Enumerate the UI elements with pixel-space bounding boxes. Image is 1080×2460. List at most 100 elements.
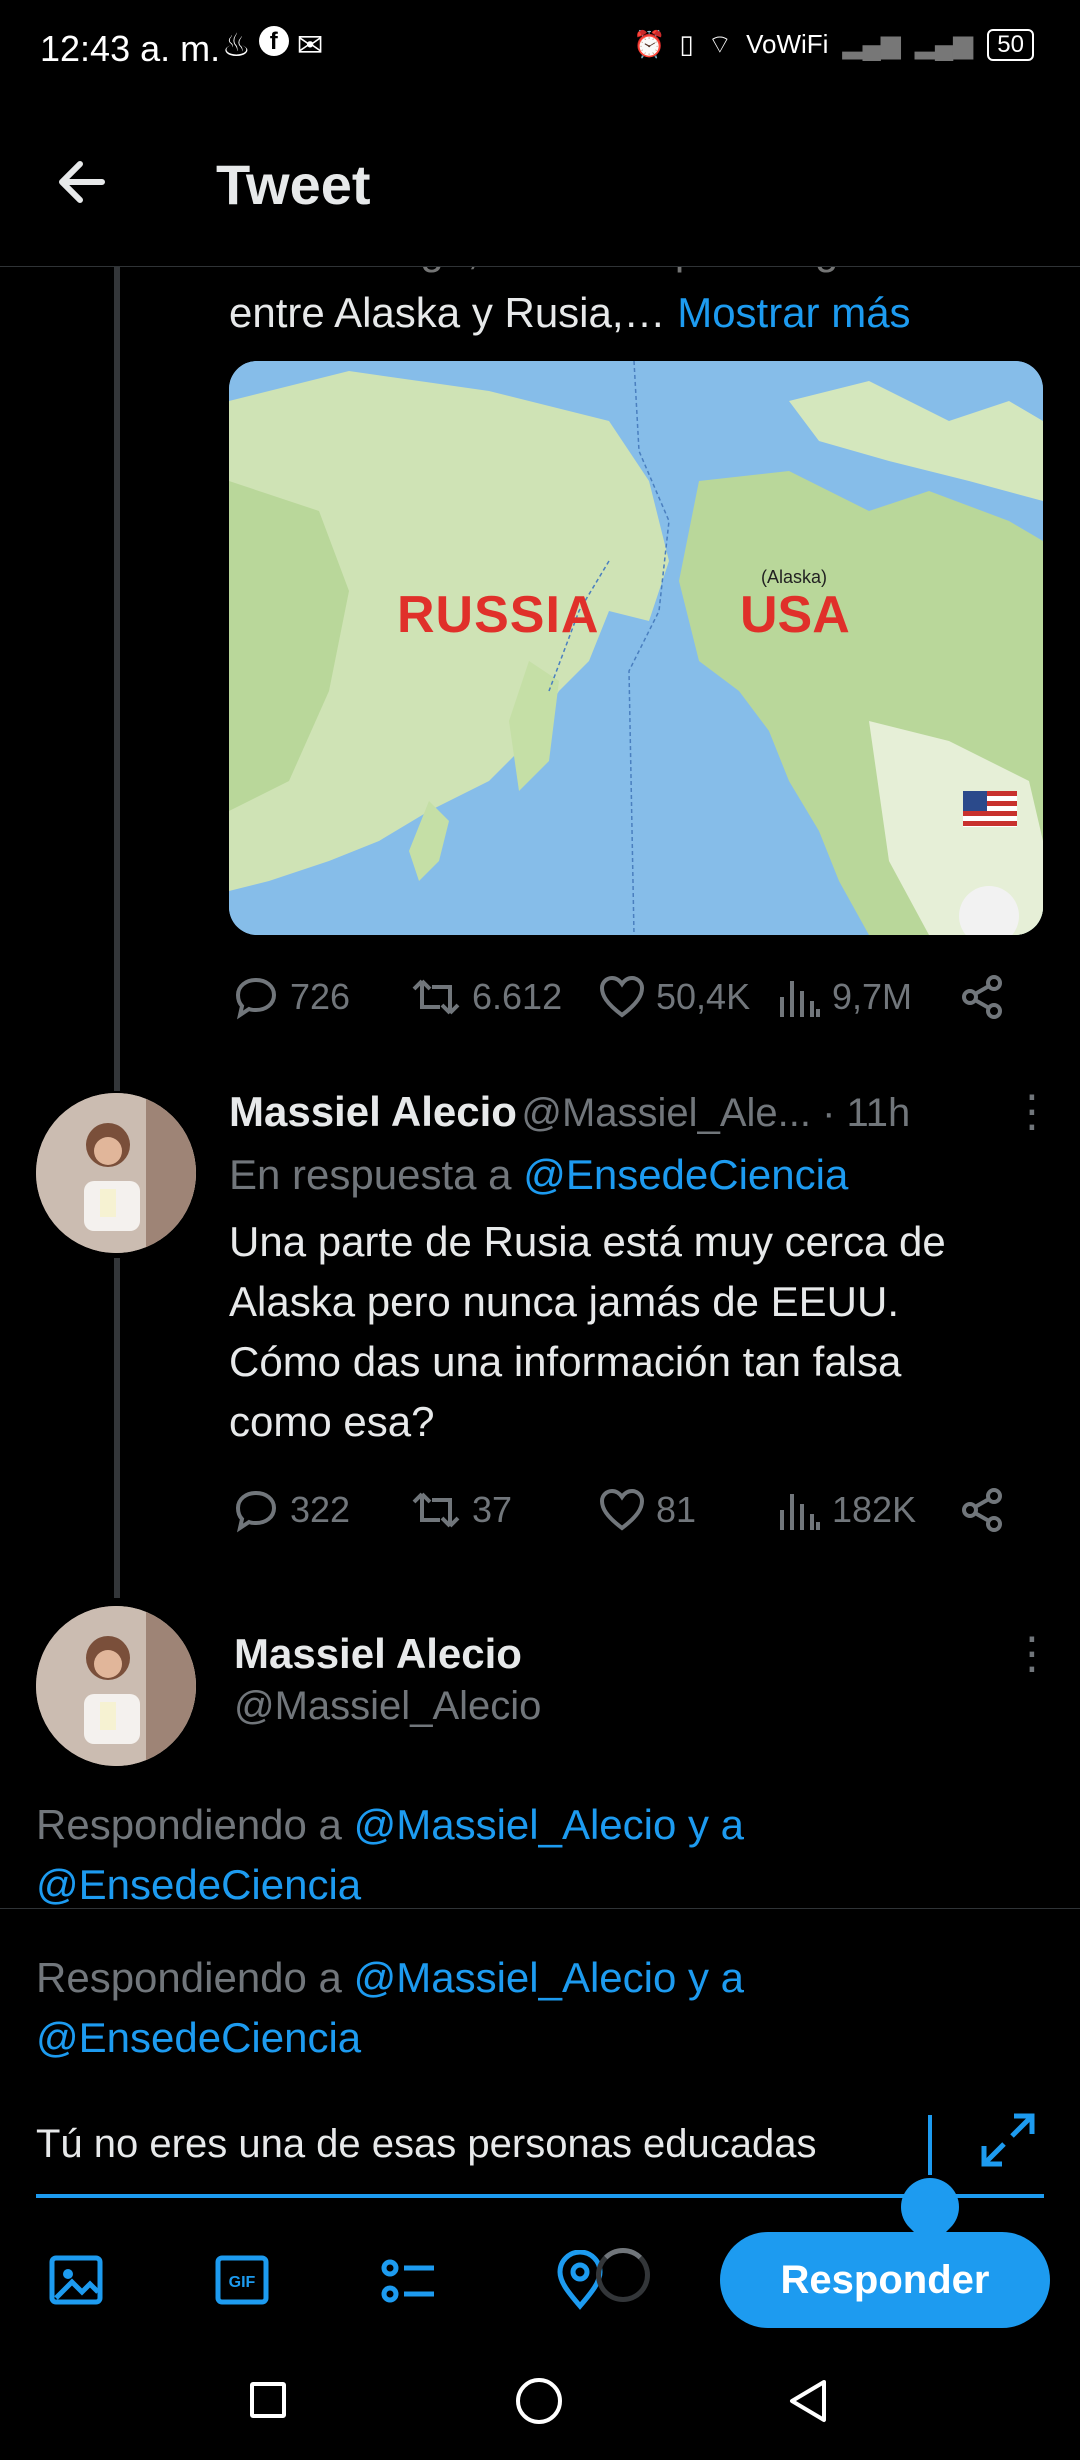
add-poll-button[interactable] bbox=[378, 2250, 438, 2310]
retweet-count: 6.612 bbox=[472, 976, 563, 1017]
add-image-button[interactable] bbox=[46, 2250, 106, 2310]
gmail-icon: ✉ bbox=[296, 27, 324, 63]
replying-users-link[interactable]: @Massiel_Alecio y a bbox=[354, 1801, 744, 1848]
avatar[interactable] bbox=[36, 1606, 196, 1766]
reply-action[interactable]: 726 bbox=[232, 973, 350, 1021]
author-name[interactable]: Massiel Alecio bbox=[234, 1630, 522, 1678]
tweet-actions: 726 6.612 50,4K 9,7M bbox=[232, 972, 1012, 1022]
replying-to-label: Respondiendo a bbox=[36, 1801, 354, 1848]
back-button[interactable] bbox=[52, 152, 112, 212]
status-bar: 12:43 a. m. ♨ f ✉ ⏰ ▯ ⌔ VoWiFi ▂▄▆ ▂▄▆ 5… bbox=[0, 0, 1080, 100]
tweet-text-visible: entre Alaska y Rusia,… bbox=[229, 289, 666, 336]
us-flag-icon bbox=[963, 791, 1017, 827]
more-options-icon[interactable]: ⋮ bbox=[1010, 1086, 1054, 1137]
signal-icon: ▂▄▆ bbox=[842, 29, 901, 59]
views-count: 9,7M bbox=[832, 976, 913, 1017]
input-underline bbox=[36, 2194, 1044, 2198]
replying-users-link[interactable]: @EnsedeCiencia bbox=[36, 1855, 744, 1915]
system-nav-bar bbox=[0, 2350, 1080, 2460]
poll-list-icon bbox=[381, 2259, 434, 2303]
svg-text:GIF: GIF bbox=[229, 2274, 256, 2291]
image-icon bbox=[49, 2255, 103, 2305]
retweet-count: 37 bbox=[472, 1489, 513, 1530]
system-icons: ⏰ ▯ ⌔ VoWiFi ▂▄▆ ▂▄▆ 50 bbox=[633, 28, 1034, 61]
reply-count: 726 bbox=[290, 976, 351, 1017]
retweet-icon bbox=[412, 1492, 460, 1528]
status-time: 12:43 a. m. bbox=[40, 28, 221, 69]
tweet-media-map[interactable]: RUSSIA (Alaska) USA bbox=[229, 361, 1043, 935]
like-count: 81 bbox=[656, 1489, 697, 1530]
character-counter-icon bbox=[596, 2248, 650, 2302]
top-app-bar: Tweet bbox=[0, 100, 1080, 267]
replying-to: Respondiendo a @Massiel_Alecio y a @Ense… bbox=[36, 1795, 744, 1915]
reply-tweet-actions: 322 37 81 182K bbox=[232, 1485, 1012, 1535]
share-icon bbox=[962, 1488, 1002, 1532]
share-action[interactable] bbox=[958, 1486, 1006, 1534]
add-gif-button[interactable]: GIF bbox=[212, 2250, 272, 2310]
reply-text-line: Una parte de Rusia está muy cerca de bbox=[229, 1218, 946, 1265]
facebook-icon: f bbox=[258, 26, 289, 56]
reply-icon bbox=[235, 977, 277, 1020]
reply-header: Massiel Alecio @Massiel_Ale... · 11h bbox=[229, 1088, 910, 1136]
share-icon bbox=[962, 975, 1002, 1019]
replying-to-label: Respondiendo a bbox=[36, 1954, 354, 2001]
expand-icon bbox=[981, 2113, 1035, 2167]
avatar-image bbox=[36, 1093, 196, 1253]
share-action[interactable] bbox=[958, 973, 1006, 1021]
gif-icon: GIF bbox=[215, 2255, 269, 2305]
reply-text-line: Alaska pero nunca jamás de EEUU. bbox=[229, 1278, 900, 1325]
reply-text: Una parte de Rusia está muy cerca de Ala… bbox=[229, 1212, 946, 1452]
network-label: VoWiFi bbox=[746, 29, 829, 59]
retweet-action[interactable]: 37 bbox=[410, 1486, 512, 1534]
analytics-icon bbox=[780, 1494, 820, 1530]
like-action[interactable]: 50,4K bbox=[598, 973, 750, 1021]
show-more-link[interactable]: Mostrar más bbox=[677, 289, 910, 336]
triangle-back-icon bbox=[790, 2380, 826, 2422]
steam-icon: ♨ bbox=[222, 27, 251, 63]
tweet-text: entre Alaska y Rusia,… Mostrar más bbox=[229, 283, 911, 343]
notification-icons: ♨ f ✉ bbox=[222, 26, 324, 64]
wifi-icon: ⌔ bbox=[707, 29, 733, 59]
map-label-russia: RUSSIA bbox=[397, 586, 600, 644]
reply-action[interactable]: 322 bbox=[232, 1486, 350, 1534]
replying-users-link[interactable]: @EnsedeCiencia bbox=[36, 2008, 744, 2068]
heart-icon bbox=[599, 1488, 645, 1531]
views-count: 182K bbox=[832, 1489, 917, 1530]
retweet-icon bbox=[412, 979, 460, 1015]
reply-icon bbox=[235, 1490, 277, 1533]
analytics-icon bbox=[780, 981, 820, 1017]
thread-line bbox=[114, 266, 120, 1091]
composer-replying-to: Respondiendo a @Massiel_Alecio y a @Ense… bbox=[36, 1948, 744, 2068]
map-image bbox=[229, 361, 1043, 935]
replying-to-user-link[interactable]: @EnsedeCiencia bbox=[523, 1151, 848, 1198]
more-options-icon[interactable]: ⋮ bbox=[1010, 1628, 1054, 1679]
replying-users-link[interactable]: @Massiel_Alecio y a bbox=[354, 1954, 744, 2001]
reply-text-input[interactable]: Tú no eres una de esas personas educadas bbox=[36, 2114, 817, 2174]
heart-icon bbox=[599, 975, 645, 1018]
vibrate-icon: ▯ bbox=[679, 29, 694, 59]
text-cursor bbox=[928, 2115, 932, 2175]
recent-apps-icon[interactable] bbox=[250, 2382, 286, 2418]
like-action[interactable]: 81 bbox=[598, 1486, 696, 1534]
thread-line bbox=[114, 1258, 120, 1598]
retweet-action[interactable]: 6.612 bbox=[410, 973, 562, 1021]
avatar-image bbox=[36, 1606, 196, 1766]
alarm-icon: ⏰ bbox=[632, 29, 666, 59]
author-name[interactable]: Massiel Alecio bbox=[229, 1088, 517, 1135]
divider bbox=[0, 1908, 1080, 1909]
back-nav-button[interactable] bbox=[784, 2376, 830, 2431]
home-icon[interactable] bbox=[516, 2378, 562, 2424]
reply-submit-button[interactable]: Responder bbox=[720, 2232, 1050, 2328]
battery-icon: 50 bbox=[987, 28, 1034, 61]
reply-text-line: como esa? bbox=[229, 1398, 435, 1445]
reply-count: 322 bbox=[290, 1489, 351, 1530]
replying-to: En respuesta a @EnsedeCiencia bbox=[229, 1145, 848, 1205]
replying-to-label: En respuesta a bbox=[229, 1151, 524, 1198]
views-action[interactable]: 9,7M bbox=[778, 973, 912, 1021]
like-count: 50,4K bbox=[656, 976, 751, 1017]
avatar[interactable] bbox=[36, 1093, 196, 1253]
expand-button[interactable] bbox=[978, 2110, 1038, 2175]
views-action[interactable]: 182K bbox=[778, 1486, 916, 1534]
arrow-left-icon bbox=[59, 161, 105, 203]
author-handle[interactable]: @Massiel_Alecio bbox=[234, 1684, 541, 1729]
